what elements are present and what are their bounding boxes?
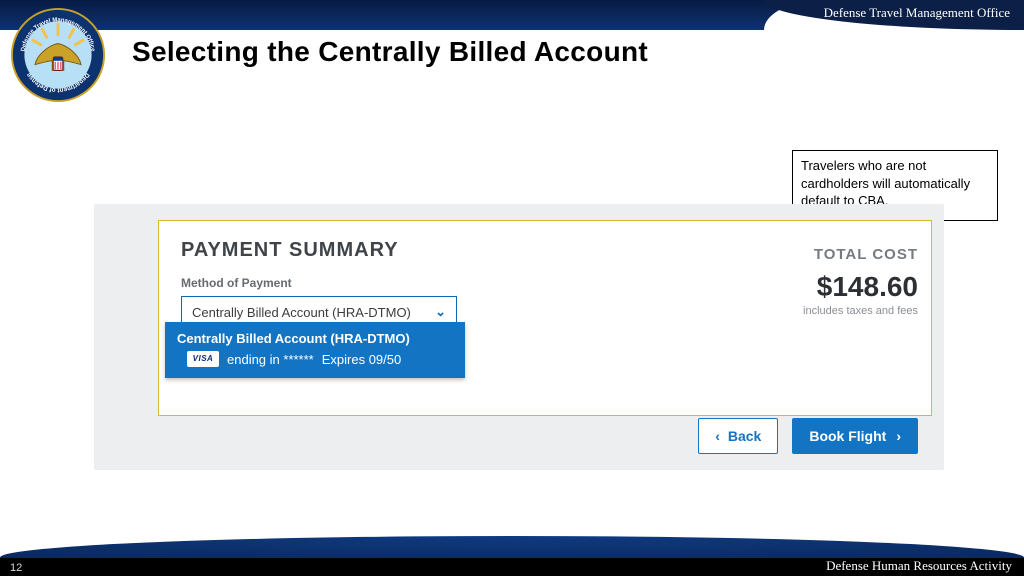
- back-button[interactable]: ‹ Back: [698, 418, 778, 454]
- chevron-down-icon: ⌄: [435, 304, 446, 320]
- activity-label: Defense Human Resources Activity: [826, 558, 1012, 574]
- back-button-label: Back: [728, 428, 761, 444]
- book-flight-label: Book Flight: [809, 428, 886, 444]
- bottom-banner: 12 Defense Human Resources Activity: [0, 550, 1024, 576]
- payment-method-option[interactable]: Centrally Billed Account (HRA-DTMO) VISA…: [165, 322, 465, 378]
- option-ending: ending in ******: [227, 351, 314, 369]
- dod-seal-icon: Defense Travel Management Office Departm…: [10, 7, 106, 103]
- total-cost-label: TOTAL COST: [738, 246, 918, 263]
- button-row: ‹ Back Book Flight ›: [698, 418, 918, 454]
- office-label: Defense Travel Management Office: [824, 5, 1010, 21]
- total-cost-amount: $148.60: [738, 271, 918, 303]
- option-expires: Expires 09/50: [322, 351, 402, 369]
- visa-icon: VISA: [187, 351, 219, 367]
- select-value: Centrally Billed Account (HRA-DTMO): [192, 305, 411, 320]
- chevron-left-icon: ‹: [715, 428, 720, 444]
- book-flight-button[interactable]: Book Flight ›: [792, 418, 918, 454]
- bottom-banner-curve: [0, 536, 1024, 558]
- option-title: Centrally Billed Account (HRA-DTMO): [177, 330, 453, 348]
- top-banner: Defense Travel Management Office: [0, 0, 1024, 30]
- total-cost-note: includes taxes and fees: [738, 305, 918, 317]
- totals-block: TOTAL COST $148.60 includes taxes and fe…: [738, 246, 918, 317]
- page-number: 12: [10, 562, 22, 574]
- page-title: Selecting the Centrally Billed Account: [132, 36, 648, 68]
- chevron-right-icon: ›: [896, 428, 901, 444]
